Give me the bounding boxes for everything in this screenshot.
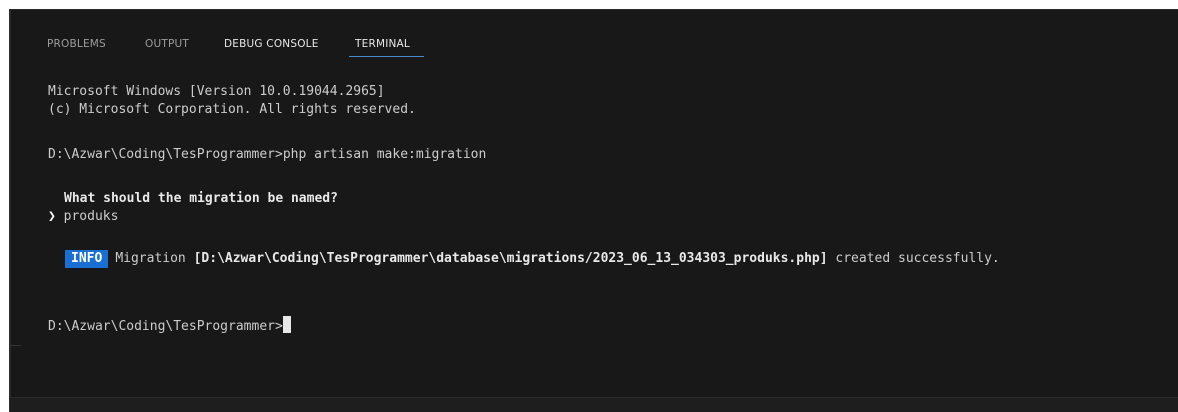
prompt-arrow-icon: ❯ xyxy=(48,209,56,224)
terminal-command-line: D:\Azwar\Coding\TesProgrammer>php artisa… xyxy=(48,147,486,163)
command-text: php artisan make:migration xyxy=(282,147,487,162)
tab-output[interactable]: OUTPUT xyxy=(145,38,189,50)
info-line: INFO Migration [D:\Azwar\Coding\TesProgra… xyxy=(65,250,1000,268)
info-badge: INFO xyxy=(65,250,109,268)
final-prompt-line: D:\Azwar\Coding\TesProgrammer> xyxy=(48,316,291,335)
command-prompt: D:\Azwar\Coding\TesProgrammer> xyxy=(48,147,283,162)
info-prefix: Migration xyxy=(115,251,194,266)
info-file-path: [D:\Azwar\Coding\TesProgrammer\database\… xyxy=(193,251,828,266)
panel-tab-bar: PROBLEMS OUTPUT DEBUG CONSOLE TERMINAL xyxy=(10,10,1178,57)
answer-text: produks xyxy=(63,209,119,224)
tab-terminal[interactable]: TERMINAL xyxy=(355,38,410,50)
migration-question: What should the migration be named? xyxy=(64,191,338,206)
panel-left-mark xyxy=(10,345,21,346)
active-tab-indicator xyxy=(349,56,424,57)
final-prompt: D:\Azwar\Coding\TesProgrammer> xyxy=(48,319,283,334)
terminal-cursor xyxy=(282,316,291,333)
terminal-line-copyright: (c) Microsoft Corporation. All rights re… xyxy=(48,102,416,117)
tab-problems[interactable]: PROBLEMS xyxy=(47,38,106,50)
terminal-line-windows-version: Microsoft Windows [Version 10.0.19044.29… xyxy=(48,84,385,99)
tab-debug-console[interactable]: DEBUG CONSOLE xyxy=(224,38,319,50)
answer-line: ❯ produks xyxy=(48,209,118,225)
terminal-panel: PROBLEMS OUTPUT DEBUG CONSOLE TERMINAL M… xyxy=(9,9,1178,412)
panel-bottom-bar xyxy=(10,397,1178,412)
info-suffix: created successfully. xyxy=(827,251,1000,266)
screenshot-frame: PROBLEMS OUTPUT DEBUG CONSOLE TERMINAL M… xyxy=(0,0,1178,412)
panel-left-border xyxy=(10,10,11,412)
